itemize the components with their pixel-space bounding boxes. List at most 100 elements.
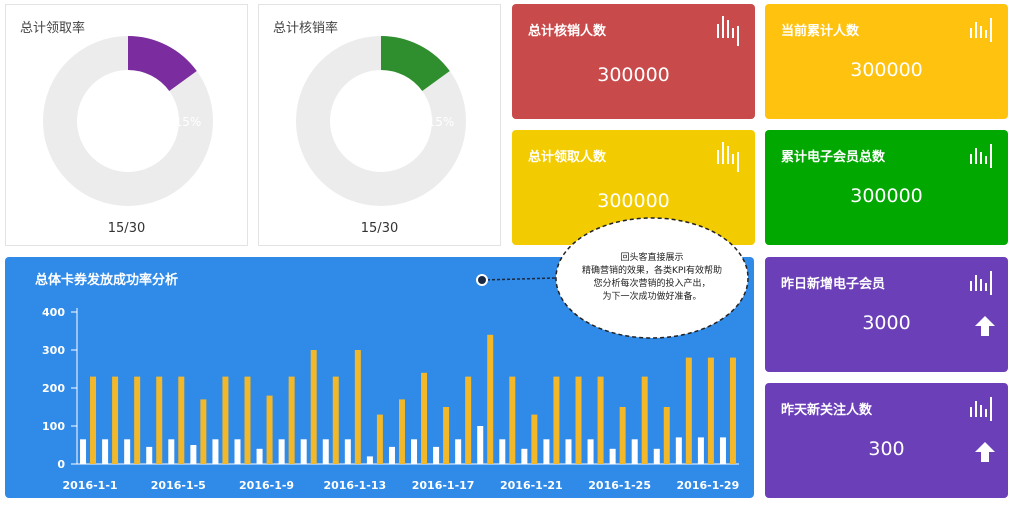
bar	[487, 334, 494, 464]
bar	[675, 437, 682, 464]
bar	[411, 439, 418, 464]
bar	[190, 445, 197, 464]
bar	[112, 376, 119, 464]
x-tick-label: 2016-1-21	[500, 479, 563, 492]
arrow-up-icon	[975, 316, 995, 336]
redeemed-count-card: 总计核销人数 300000	[512, 4, 755, 119]
receive-rate-panel: 总计领取率 15% 15/30	[5, 4, 248, 246]
receive-rate-donut: 15%	[43, 36, 213, 206]
bar	[619, 407, 626, 464]
bar	[653, 448, 660, 464]
x-tick-label: 2016-1-17	[412, 479, 475, 492]
bar-chart-icon	[970, 397, 992, 421]
bar	[244, 376, 251, 464]
donut-segment	[127, 36, 197, 92]
bar	[344, 439, 351, 464]
callout-connector	[476, 274, 557, 286]
bar	[477, 426, 484, 464]
new-followers-card: 昨天新关注人数 300	[765, 383, 1008, 498]
bar	[354, 350, 361, 464]
member-total-title: 累计电子会员总数	[781, 150, 886, 165]
redeemed-count-title: 总计核销人数	[528, 24, 607, 39]
member-total-value: 300000	[850, 185, 923, 207]
redeemed-count-value: 300000	[597, 64, 670, 86]
bar	[455, 439, 462, 464]
redeem-rate-title: 总计核销率	[273, 21, 339, 36]
bar	[288, 376, 295, 464]
bar	[366, 456, 373, 464]
kpi-callout-text: 回头客直接展示 精确营销的效果，各类KPI有效帮助 您分析每次营销的投入产出， …	[556, 252, 748, 304]
bar	[178, 376, 185, 464]
bar	[697, 437, 704, 464]
bar	[200, 399, 207, 464]
chart-title: 总体卡券发放成功率分析	[35, 273, 179, 288]
bar	[641, 376, 648, 464]
kpi-callout-line3: 您分析每次营销的投入产出，	[593, 279, 711, 289]
redeem-rate-donut: 15%	[296, 36, 466, 206]
bar	[300, 439, 307, 464]
bar	[332, 376, 339, 464]
bar	[575, 376, 582, 464]
bar	[509, 376, 516, 464]
x-tick-label: 2016-1-29	[677, 479, 740, 492]
y-tick-label: 200	[42, 382, 65, 395]
bar	[499, 439, 506, 464]
bar	[398, 399, 405, 464]
bar	[421, 372, 428, 464]
receive-rate-caption: 15/30	[107, 221, 146, 236]
bar	[443, 407, 450, 464]
new-followers-title: 昨天新关注人数	[781, 403, 873, 418]
received-count-value: 300000	[597, 190, 670, 212]
y-tick-label: 300	[42, 344, 65, 357]
bar	[631, 439, 638, 464]
cumulative-count-card: 当前累计人数 300000	[765, 4, 1008, 119]
bar	[565, 439, 572, 464]
bar-chart-icon	[970, 271, 992, 295]
cumulative-count-title: 当前累计人数	[781, 24, 860, 39]
new-members-card: 昨日新增电子会员 3000	[765, 257, 1008, 372]
bar-chart-icon	[970, 18, 992, 42]
x-tick-label: 2016-1-25	[588, 479, 651, 492]
member-total-card: 累计电子会员总数 300000	[765, 130, 1008, 245]
bar-chart-icon	[717, 16, 739, 46]
bar	[609, 448, 616, 464]
redeem-rate-panel: 总计核销率 15% 15/30	[258, 4, 501, 246]
bar	[433, 446, 440, 464]
donut-segment	[380, 36, 450, 92]
x-tick-label: 2016-1-5	[151, 479, 206, 492]
bar	[134, 376, 141, 464]
received-count-title: 总计领取人数	[528, 150, 607, 165]
bar	[388, 446, 395, 464]
bar	[234, 439, 241, 464]
bar	[256, 448, 263, 464]
bar	[322, 439, 329, 464]
bar	[278, 439, 285, 464]
y-tick-label: 100	[42, 420, 65, 433]
bar	[156, 376, 163, 464]
x-tick-label: 2016-1-13	[323, 479, 386, 492]
donut-percent-label: 15%	[428, 115, 455, 129]
receive-rate-title: 总计领取率	[20, 21, 86, 36]
bar	[729, 357, 736, 464]
kpi-callout-line4: 为下一次成功做好准备。	[602, 292, 702, 302]
bar	[266, 395, 273, 464]
y-tick-label: 0	[57, 458, 65, 471]
bar	[597, 376, 604, 464]
new-followers-value: 300	[868, 438, 905, 460]
bar	[376, 414, 383, 464]
bar	[531, 414, 538, 464]
x-tick-label: 2016-1-1	[63, 479, 118, 492]
arrow-up-icon	[975, 442, 995, 462]
y-tick-label: 400	[42, 306, 65, 319]
bar	[102, 439, 109, 464]
bar	[124, 439, 131, 464]
bar-chart-icon	[970, 144, 992, 168]
bar	[168, 439, 175, 464]
redeem-rate-caption: 15/30	[360, 221, 399, 236]
bar	[222, 376, 229, 464]
cumulative-count-value: 300000	[850, 59, 923, 81]
bar	[212, 439, 219, 464]
kpi-callout-line1: 回头客直接展示	[620, 253, 684, 263]
bar	[707, 357, 714, 464]
bar	[146, 446, 153, 464]
